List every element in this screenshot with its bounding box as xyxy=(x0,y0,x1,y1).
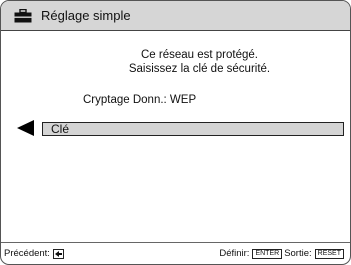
exit-label: Sortie: xyxy=(284,248,312,259)
footer-bar: Précédent: Définir: ENTER Sortie: RESET xyxy=(1,245,350,263)
action-hints: Définir: ENTER Sortie: RESET xyxy=(219,248,344,259)
protected-network-message: Ce réseau est protégé. xyxy=(141,49,258,61)
previous-label: Précédent: xyxy=(4,248,50,259)
left-arrow-icon[interactable] xyxy=(17,120,35,136)
security-key-field[interactable]: Clé xyxy=(42,122,344,136)
back-arrow-icon xyxy=(52,248,64,259)
define-label: Définir: xyxy=(219,248,250,259)
reset-key: RESET xyxy=(314,248,344,259)
enter-key: ENTER xyxy=(252,248,283,259)
enter-key-message: Saisissez la clé de sécurité. xyxy=(128,63,271,75)
dialog-screen: Réglage simple Ce réseau est protégé. Sa… xyxy=(0,0,351,265)
title-bar: Réglage simple xyxy=(1,1,350,31)
encryption-type: Cryptage Donn.: WEP xyxy=(83,94,197,106)
window-title: Réglage simple xyxy=(41,8,131,23)
toolbox-icon xyxy=(14,8,32,23)
footer-divider xyxy=(1,242,350,243)
previous-hint: Précédent: xyxy=(4,248,64,259)
